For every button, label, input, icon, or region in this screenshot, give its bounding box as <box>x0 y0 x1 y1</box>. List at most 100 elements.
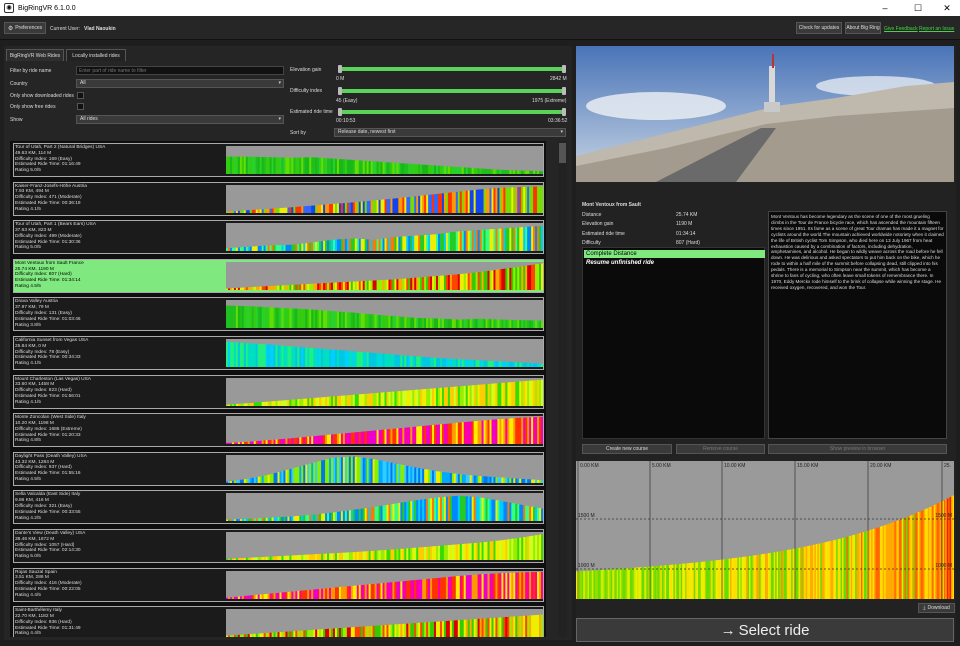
complete-distance-item[interactable]: Complete Distance <box>584 250 765 258</box>
maximize-icon: ☐ <box>913 2 923 13</box>
close-button[interactable]: ✕ <box>932 0 960 16</box>
ride-profile-mini <box>226 223 543 252</box>
difficulty-label: Difficulty index <box>290 88 323 94</box>
select-ride-button[interactable]: → Select ride <box>576 618 954 642</box>
elevation-max: 2842 M <box>550 76 567 82</box>
difficulty-slider[interactable] <box>338 87 566 95</box>
ride-profile-mini <box>226 416 543 445</box>
ride-card[interactable]: Mount Charleston (Las Vegas) USA 33.60 KM… <box>13 374 544 409</box>
close-icon: ✕ <box>943 2 951 13</box>
ride-time-min: 00:10:53 <box>336 118 356 124</box>
ride-card[interactable]: Saint-Barthélemy Italy 22.70 KM, 1182 M Di… <box>13 606 544 637</box>
ride-time: Estimated Ride Time: 00:36:19 <box>15 200 81 206</box>
ride-card[interactable]: Dante's View (Death Valley) USA 38.46 KM,… <box>13 529 544 563</box>
detail-key: Estimated ride time <box>582 230 625 237</box>
remove-course-button[interactable]: Remove course <box>676 444 765 454</box>
ride-profile-mini <box>226 532 543 560</box>
elevation-gain-label: Elevation gain <box>290 67 322 73</box>
ride-card[interactable]: California Sunset from Vegas USA 25.84 KM… <box>13 336 544 370</box>
ride-profile-mini <box>226 377 543 406</box>
ride-options-list[interactable]: Complete Distance Resume unfinished ride <box>582 247 765 439</box>
about-button[interactable]: About Big Ring <box>845 22 881 34</box>
ride-rating: Rating 4.2/5 <box>15 515 41 521</box>
ride-info: Saint-Barthélemy Italy 22.70 KM, 1182 M Di… <box>15 608 81 637</box>
ride-rating: Rating 4.1/5 <box>15 206 41 212</box>
only-downloaded-checkbox[interactable] <box>77 92 84 99</box>
resume-ride-item[interactable]: Resume unfinished ride <box>586 260 654 266</box>
report-issue-link[interactable]: Report an Issue <box>919 26 954 32</box>
show-preview-button[interactable]: Show preview in browser <box>768 444 947 454</box>
current-user-name: Vlad Naoukin <box>84 26 116 32</box>
detail-value: 1190 M <box>676 221 693 228</box>
ride-card[interactable]: Sella Valcalda (East Side) Italy 9.86 KM,… <box>13 490 544 525</box>
ride-time: Estimated Ride Time: 00:33:55 <box>15 509 81 515</box>
ride-card[interactable]: Daylight Pass (Death Valley) USA 43.32 KM… <box>13 451 544 486</box>
ride-time-label: Estimated ride time <box>290 109 333 115</box>
app-logo-icon: ✺ <box>4 3 14 13</box>
elevation-label: 1000 M <box>578 563 595 569</box>
minimize-icon: – <box>882 3 888 13</box>
difficulty-min: 45 (Easy) <box>336 98 358 104</box>
ride-rating: Rating 4.4/5 <box>15 631 41 637</box>
profile-segment <box>952 495 954 599</box>
window-title: BigRingVR 6.1.0.0 <box>18 4 76 12</box>
tab-web-rides[interactable]: BigRingVR Web Rides <box>6 49 64 61</box>
show-select[interactable]: All rides <box>76 115 284 124</box>
ride-info: Tour of Utah, Part 1 (Bears Ears) USA 37.… <box>15 222 96 251</box>
ride-time-max: 03:36:52 <box>548 118 568 124</box>
ride-rating: Rating 4.5/5 <box>15 476 41 482</box>
filter-label: Filter by ride name <box>10 68 52 74</box>
ride-name: Mont Ventoux from Sault France <box>15 260 84 266</box>
difficulty-max: 1975 (Extreme) <box>532 98 567 104</box>
detail-value: 807 (Hard) <box>676 239 700 246</box>
ride-card[interactable]: Monte Zoncolan (West Side) Italy 10.20 KM… <box>13 413 544 448</box>
ride-list[interactable]: Tour of Utah, Part 2 (Natural Bridges) U… <box>10 141 546 637</box>
ride-info: Daylight Pass (Death Valley) USA 43.32 KM… <box>15 454 87 483</box>
country-select[interactable]: All <box>76 79 284 88</box>
ride-name: Tour of Utah, Part 2 (Natural Bridges) U… <box>15 145 106 150</box>
ride-card[interactable]: Mont Ventoux from Sault France 25.74 KM, … <box>13 258 544 293</box>
scrollbar-thumb[interactable] <box>559 143 566 163</box>
ride-card[interactable]: Tour of Utah, Part 2 (Natural Bridges) U… <box>13 143 544 177</box>
tab-local-rides[interactable]: Locally installed rides <box>66 49 126 61</box>
ride-details-title: Mont Ventoux from Sault <box>582 202 641 208</box>
minimize-button[interactable]: – <box>870 0 900 16</box>
ride-info: Sella Valcalda (East Side) Italy 9.86 KM,… <box>15 492 81 521</box>
maximize-button[interactable]: ☐ <box>903 0 933 16</box>
detail-key: Elevation gain <box>582 221 614 228</box>
download-button[interactable]: ⤓ Download <box>918 603 955 613</box>
ride-diff: Difficulty Index: 321 (Easy) <box>15 503 72 509</box>
ride-diff: Difficulty Index: 131 (Easy) <box>15 310 72 316</box>
ride-info: Dante's View (Death Valley) USA 38.46 KM,… <box>15 531 85 560</box>
ride-profile-mini <box>226 339 543 367</box>
detail-value: 01:34:14 <box>676 230 696 237</box>
ride-diff: Difficulty Index: 1686 (Extreme) <box>15 426 82 432</box>
check-updates-button[interactable]: Check for updates <box>796 22 842 34</box>
country-label: Country <box>10 81 28 87</box>
ride-rating: Rating 4.1/5 <box>15 361 41 367</box>
elevation-gain-slider[interactable] <box>338 65 566 73</box>
arrow-right-icon: → <box>720 621 736 639</box>
only-free-checkbox[interactable] <box>77 103 84 110</box>
preferences-button[interactable]: ⚙ Preferences <box>4 22 46 34</box>
ride-time-slider[interactable] <box>338 108 566 116</box>
ride-card[interactable]: Rojas Sauzal Spain 3.51 KM, 286 M Difficul… <box>13 567 544 602</box>
km-label: 5.00 KM <box>652 463 671 469</box>
ride-diff: Difficulty Index: 936 (Hard) <box>15 619 72 625</box>
give-feedback-link[interactable]: Give Feedback <box>884 26 918 32</box>
ride-profile-mini <box>226 570 543 599</box>
sort-select[interactable]: Release date, newest first <box>334 128 566 137</box>
elevation-min: 0 M <box>336 76 345 82</box>
ride-rating: Rating 3.8/5 <box>15 322 41 328</box>
create-course-button[interactable]: Create new course <box>582 444 672 454</box>
ride-card[interactable]: Kaiser-Franz-Josefs-Höhe Austria 7.93 KM,… <box>13 181 544 216</box>
ride-card[interactable]: Tour of Utah, Part 1 (Bears Ears) USA 37.… <box>13 220 544 255</box>
ride-info: Monte Zoncolan (West Side) Italy 10.20 KM… <box>15 415 86 444</box>
ride-card[interactable]: Drava Valley Austria 37.97 KM, 79 M Diffic… <box>13 297 544 332</box>
ride-rating: Rating 4.8/5 <box>15 438 41 444</box>
filter-input[interactable] <box>76 66 284 75</box>
ride-list-scrollbar[interactable] <box>558 141 567 637</box>
ride-rating: Rating 4.5/5 <box>15 283 41 289</box>
ride-rating: Rating 5.0/5 <box>15 554 41 560</box>
ride-info: Mount Charleston (Las Vegas) USA 33.60 KM… <box>15 377 91 406</box>
